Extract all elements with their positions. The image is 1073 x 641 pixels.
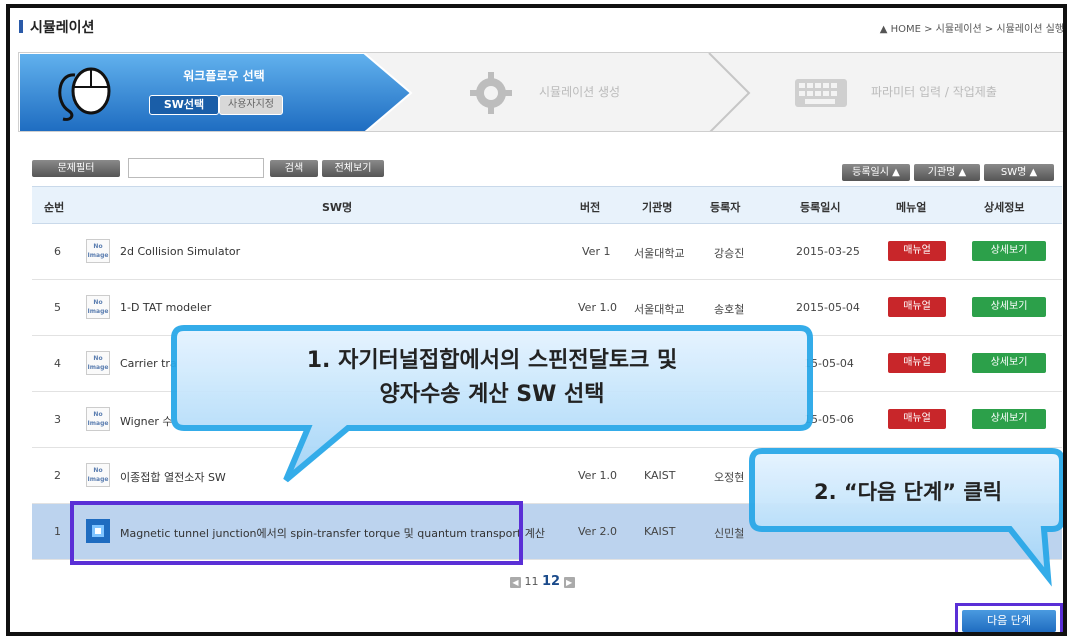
sort-org-button[interactable]: 기관명 ▲ — [914, 164, 980, 181]
col-sw: SW명 — [322, 201, 353, 214]
row-no: 4 — [54, 357, 61, 370]
col-date: 등록일시 — [800, 201, 841, 214]
no-image-icon: No Image — [86, 351, 110, 375]
row-no: 5 — [54, 301, 61, 314]
detail-button[interactable]: 상세보기 — [972, 241, 1046, 261]
col-manual: 메뉴얼 — [896, 201, 927, 214]
sort-sw-button[interactable]: SW명 ▲ — [984, 164, 1054, 181]
col-author: 등록자 — [710, 201, 741, 214]
search-button[interactable]: 검색 — [270, 160, 318, 177]
page-link[interactable]: 11 — [525, 575, 539, 588]
next-step-button[interactable]: 다음 단계 — [962, 610, 1056, 632]
row-no: 2 — [54, 469, 61, 482]
row-version: Ver 1 — [582, 245, 611, 258]
row-no: 1 — [54, 525, 61, 538]
no-image-icon: No Image — [86, 295, 110, 319]
no-image-icon: No Image — [86, 239, 110, 263]
row-author: 송호철 — [714, 303, 745, 316]
no-image-icon: No Image — [86, 463, 110, 487]
sw-name-link[interactable]: 1-D TAT modeler — [120, 301, 211, 314]
row-date: 2015-03-25 — [796, 245, 860, 258]
manual-button[interactable]: 매뉴얼 — [888, 409, 946, 429]
keyboard-icon — [795, 79, 847, 107]
callout-text: 2. “다음 단계” 클릭 — [813, 480, 1003, 504]
row-author: 강승진 — [714, 247, 745, 260]
filter-button[interactable]: 문제필터 — [32, 160, 120, 177]
table-row[interactable]: 6 No Image 2d Collision Simulator Ver 1 … — [32, 224, 1062, 280]
wizard-step-workflow: 워크플로우 선택 SW선택 사용자지정 — [19, 53, 414, 131]
step-chevron-icon — [708, 53, 751, 131]
row-version: Ver 1.0 — [578, 301, 617, 314]
manual-button[interactable]: 매뉴얼 — [888, 353, 946, 373]
callout-bubble — [749, 448, 1063, 587]
wizard-step-parameters: 파라미터 입력 / 작업제출 — [791, 69, 997, 121]
sw-name-link[interactable]: 2d Collision Simulator — [120, 245, 240, 258]
col-version: 버전 — [580, 201, 601, 214]
step1-title: 워크플로우 선택 — [183, 69, 265, 83]
page-title: 시뮬레이션 — [30, 20, 95, 36]
gear-icon — [470, 72, 512, 114]
next-step-highlight: 다음 단계 — [955, 603, 1063, 632]
row-date: 2015-05-04 — [796, 301, 860, 314]
workflow-wizard: 워크플로우 선택 SW선택 사용자지정 시뮬레이션 생성 파라미터 입력 / 작… — [18, 52, 1063, 132]
row-org: KAIST — [644, 525, 676, 538]
detail-button[interactable]: 상세보기 — [972, 297, 1046, 317]
pagination: ◀ 11 12 ▶ — [510, 574, 575, 589]
breadcrumb[interactable]: ▲ HOME > 시뮬레이션 > 시뮬레이션 실행 — [880, 20, 1063, 35]
prev-page-icon[interactable]: ◀ — [510, 576, 521, 588]
manual-button[interactable]: 매뉴얼 — [888, 241, 946, 261]
user-spec-button[interactable]: 사용자지정 — [219, 95, 283, 115]
callout-next-step: 2. “다음 단계” 클릭 — [748, 445, 1063, 587]
detail-button[interactable]: 상세보기 — [972, 353, 1046, 373]
selection-highlight — [70, 501, 523, 565]
detail-button[interactable]: 상세보기 — [972, 409, 1046, 429]
row-org: 서울대학교 — [634, 303, 685, 316]
col-detail: 상세정보 — [984, 201, 1025, 214]
col-org: 기관명 — [642, 201, 673, 214]
table-header: 순번 SW명 버전 기관명 등록자 등록일시 메뉴얼 상세정보 — [32, 186, 1062, 224]
next-page-icon[interactable]: ▶ — [563, 576, 575, 588]
callout-select-sw: 1. 자기터널접합에서의 스핀전달토크 및 양자수송 계산 SW 선택 — [168, 322, 816, 483]
view-all-button[interactable]: 전체보기 — [322, 160, 384, 177]
sw-select-button[interactable]: SW선택 — [149, 95, 219, 115]
sw-name-link[interactable]: Wigner 수 — [120, 413, 173, 429]
app-frame: 시뮬레이션 ▲ HOME > 시뮬레이션 > 시뮬레이션 실행 워크플로우 선택… — [6, 4, 1067, 636]
row-no: 6 — [54, 245, 61, 258]
search-input[interactable] — [128, 158, 264, 178]
row-author: 신민철 — [714, 527, 745, 540]
wizard-step-simulation: 시뮬레이션 생성 — [467, 69, 620, 121]
row-org: 서울대학교 — [634, 247, 685, 260]
no-image-icon: No Image — [86, 407, 110, 431]
callout-text: 1. 자기터널접합에서의 스핀전달토크 및 양자수송 계산 SW 선택 — [168, 344, 816, 412]
page-header: 시뮬레이션 ▲ HOME > 시뮬레이션 > 시뮬레이션 실행 — [16, 14, 1063, 38]
sort-date-button[interactable]: 등록일시 ▲ — [842, 164, 910, 181]
search-toolbar: 문제필터 검색 전체보기 등록일시 ▲ 기관명 ▲ SW명 ▲ — [32, 158, 1062, 182]
mouse-icon — [58, 67, 111, 121]
callout-line-2: 양자수송 계산 SW 선택 — [379, 382, 605, 407]
manual-button[interactable]: 매뉴얼 — [888, 297, 946, 317]
step3-label: 파라미터 입력 / 작업제출 — [871, 85, 997, 99]
callout-line-1: 1. 자기터널접합에서의 스핀전달토크 및 — [306, 348, 678, 373]
row-no: 3 — [54, 413, 61, 426]
row-version: Ver 2.0 — [578, 525, 617, 538]
current-page: 12 — [542, 574, 561, 589]
step2-label: 시뮬레이션 생성 — [539, 85, 621, 99]
title-bar-marker — [19, 20, 23, 33]
col-no: 순번 — [44, 201, 65, 214]
